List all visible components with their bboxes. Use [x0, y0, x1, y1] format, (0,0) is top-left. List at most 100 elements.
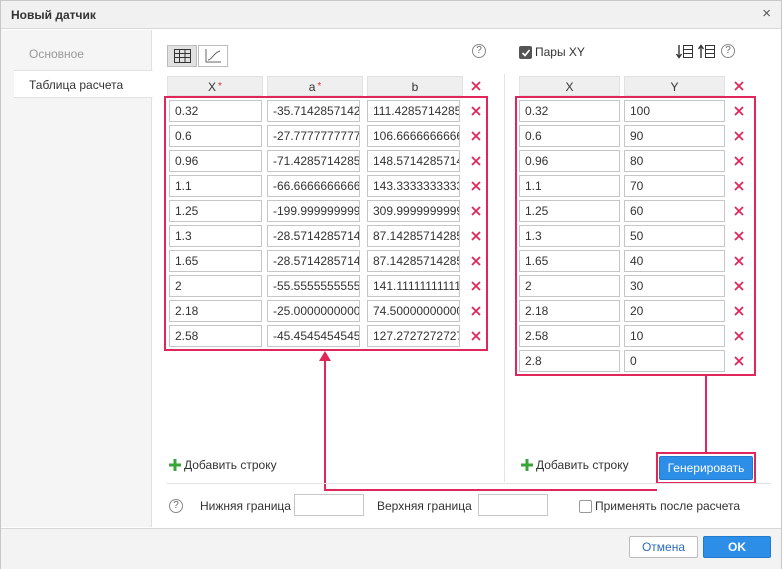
sort-asc-icon[interactable] [676, 44, 694, 59]
pair-y-input[interactable]: 30 [624, 275, 725, 297]
add-row-left-button[interactable]: Добавить строку [169, 457, 277, 473]
help-icon-pairs[interactable]: ? [721, 44, 735, 58]
x-value-input[interactable]: 1.25 [169, 200, 262, 222]
delete-row-icon[interactable] [470, 155, 484, 169]
pair-x-input[interactable]: 2.8 [519, 350, 620, 372]
a-value-input[interactable]: -25.000000000000 [267, 300, 360, 322]
b-value-input[interactable]: 143.333333333333 [367, 175, 460, 197]
x-value-input[interactable]: 1.3 [169, 225, 262, 247]
a-value-input[interactable]: -45.454545454545 [267, 325, 360, 347]
delete-row-icon[interactable] [470, 280, 484, 294]
add-row-right-button[interactable]: Добавить строку [521, 457, 629, 473]
x-value-input[interactable]: 0.32 [169, 100, 262, 122]
table-view-button[interactable] [167, 45, 197, 67]
close-icon[interactable]: × [762, 6, 771, 22]
pair-x-input[interactable]: 2.18 [519, 300, 620, 322]
header-x-label: X [208, 80, 217, 94]
delete-pair-icon[interactable] [733, 280, 747, 294]
ok-button[interactable]: OK [703, 536, 771, 558]
delete-row-icon[interactable] [470, 180, 484, 194]
delete-row-icon[interactable] [470, 130, 484, 144]
x-value-input[interactable]: 2.18 [169, 300, 262, 322]
pair-x-input[interactable]: 1.1 [519, 175, 620, 197]
delete-pair-icon[interactable] [733, 205, 747, 219]
pair-y-input[interactable]: 60 [624, 200, 725, 222]
delete-all-right-icon[interactable] [733, 80, 747, 94]
b-value-input[interactable]: 111.428571428571 [367, 100, 460, 122]
pair-y-input[interactable]: 70 [624, 175, 725, 197]
x-value-input[interactable]: 2.58 [169, 325, 262, 347]
delete-row-icon[interactable] [470, 255, 484, 269]
cancel-button[interactable]: Отмена [629, 536, 698, 558]
sidebar-item-main[interactable]: Основное [14, 40, 152, 68]
pair-x-input[interactable]: 2.58 [519, 325, 620, 347]
delete-pair-icon[interactable] [733, 230, 747, 244]
delete-pair-icon[interactable] [733, 180, 747, 194]
pair-y-input[interactable]: 100 [624, 100, 725, 122]
header-right-y-label: Y [670, 80, 679, 94]
pair-y-input[interactable]: 80 [624, 150, 725, 172]
pair-x-input[interactable]: 0.32 [519, 100, 620, 122]
header-b-label: b [411, 80, 419, 94]
chart-view-button[interactable] [198, 45, 228, 67]
a-value-input[interactable]: -71.428571428571 [267, 150, 360, 172]
a-value-input[interactable]: -55.555555555555 [267, 275, 360, 297]
pair-x-input[interactable]: 1.25 [519, 200, 620, 222]
delete-pair-icon[interactable] [733, 130, 747, 144]
pair-y-input[interactable]: 20 [624, 300, 725, 322]
generate-button[interactable]: Генерировать [659, 456, 753, 480]
sort-desc-icon[interactable] [698, 44, 716, 59]
a-value-input[interactable]: -66.666666666666 [267, 175, 360, 197]
upper-bound-input[interactable] [478, 494, 548, 516]
lower-bound-input[interactable] [294, 494, 364, 516]
help-icon-bounds[interactable]: ? [169, 499, 183, 513]
delete-pair-icon[interactable] [733, 330, 747, 344]
delete-pair-icon[interactable] [733, 155, 747, 169]
pair-x-input[interactable]: 2 [519, 275, 620, 297]
delete-row-icon[interactable] [470, 305, 484, 319]
pair-y-input[interactable]: 10 [624, 325, 725, 347]
x-value-input[interactable]: 1.65 [169, 250, 262, 272]
pair-y-input[interactable]: 50 [624, 225, 725, 247]
a-value-input[interactable]: -27.777777777777 [267, 125, 360, 147]
delete-row-icon[interactable] [470, 205, 484, 219]
b-value-input[interactable]: 141.111111111111 [367, 275, 460, 297]
delete-row-icon[interactable] [470, 230, 484, 244]
delete-row-icon[interactable] [470, 105, 484, 119]
delete-row-icon[interactable] [470, 330, 484, 344]
x-value-input[interactable]: 0.96 [169, 150, 262, 172]
dialog-title: Новый датчик [11, 8, 96, 22]
apply-after-checkbox[interactable] [579, 500, 592, 513]
pair-y-input[interactable]: 0 [624, 350, 725, 372]
delete-pair-icon[interactable] [733, 305, 747, 319]
a-value-input[interactable]: -28.571428571428 [267, 250, 360, 272]
b-value-input[interactable]: 127.272727272727 [367, 325, 460, 347]
pair-x-input[interactable]: 0.96 [519, 150, 620, 172]
b-value-input[interactable]: 148.571428571428 [367, 150, 460, 172]
x-value-input[interactable]: 0.6 [169, 125, 262, 147]
help-icon-table[interactable]: ? [472, 44, 486, 58]
pairs-xy-checkbox[interactable] [519, 46, 532, 59]
delete-pair-icon[interactable] [733, 355, 747, 369]
b-value-input[interactable]: 309.999999999999 [367, 200, 460, 222]
lower-bound-label: Нижняя граница [200, 499, 291, 513]
pairs-xy-label: Пары XY [535, 45, 585, 59]
delete-pair-icon[interactable] [733, 255, 747, 269]
delete-all-left-icon[interactable] [470, 80, 484, 94]
a-value-input[interactable]: -199.99999999999 [267, 200, 360, 222]
pair-x-input[interactable]: 1.3 [519, 225, 620, 247]
pair-x-input[interactable]: 0.6 [519, 125, 620, 147]
b-value-input[interactable]: 74.5000000000000 [367, 300, 460, 322]
b-value-input[interactable]: 87.1428571428571 [367, 250, 460, 272]
pair-y-input[interactable]: 40 [624, 250, 725, 272]
pair-y-input[interactable]: 90 [624, 125, 725, 147]
a-value-input[interactable]: -28.571428571428 [267, 225, 360, 247]
b-value-input[interactable]: 87.1428571428571 [367, 225, 460, 247]
pair-x-input[interactable]: 1.65 [519, 250, 620, 272]
a-value-input[interactable]: -35.714285714285 [267, 100, 360, 122]
x-value-input[interactable]: 2 [169, 275, 262, 297]
x-value-input[interactable]: 1.1 [169, 175, 262, 197]
b-value-input[interactable]: 106.666666666666 [367, 125, 460, 147]
delete-pair-icon[interactable] [733, 105, 747, 119]
sidebar-item-calc-table[interactable]: Таблица расчета [14, 70, 153, 98]
